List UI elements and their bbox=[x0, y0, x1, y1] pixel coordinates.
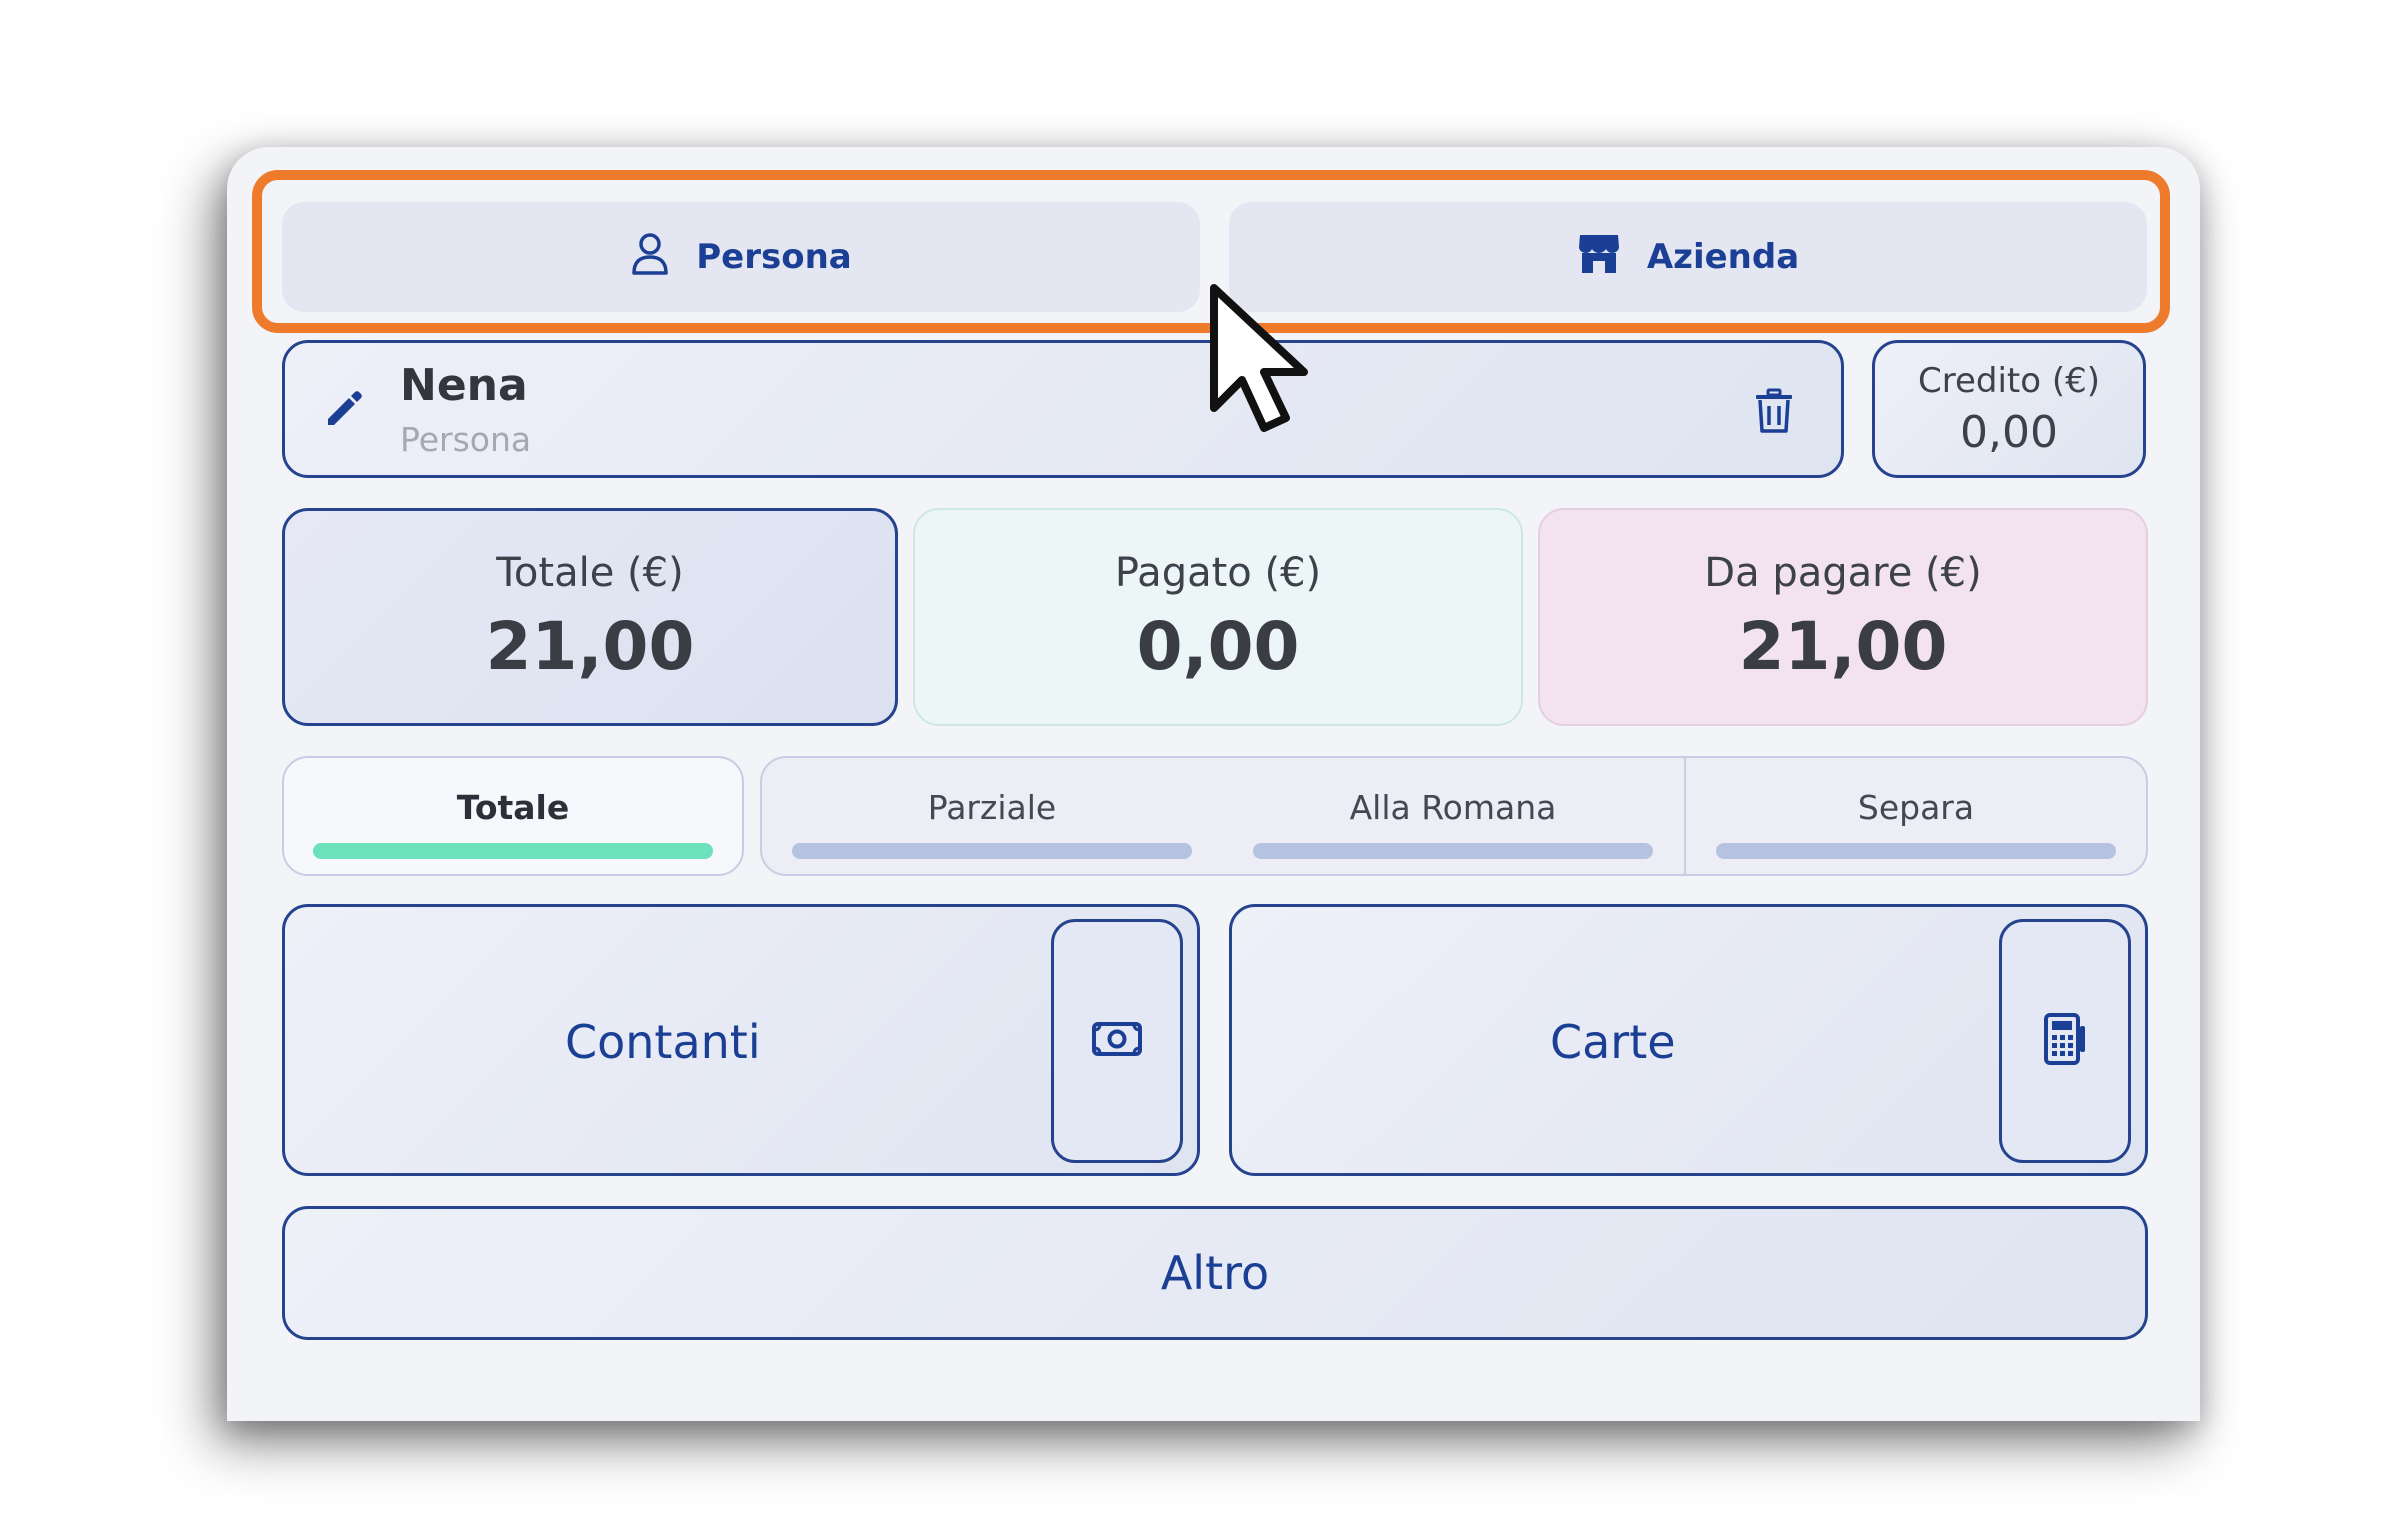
credit-box: Credito (€) 0,00 bbox=[1872, 340, 2146, 478]
customer-type-label: Persona bbox=[400, 420, 532, 459]
card-button-label: Carte bbox=[1550, 1015, 1676, 1069]
tab-label: Separa bbox=[1857, 788, 1975, 827]
cash-icon-button[interactable] bbox=[1051, 919, 1183, 1163]
tab-indicator bbox=[792, 843, 1192, 859]
due-amount-box: Da pagare (€) 21,00 bbox=[1538, 508, 2148, 726]
customer-name: Nena bbox=[400, 360, 528, 411]
pencil-icon[interactable] bbox=[322, 387, 366, 435]
tab-separa[interactable]: Separa bbox=[1684, 756, 2148, 876]
card-button[interactable]: Carte bbox=[1229, 904, 2148, 1176]
total-value: 21,00 bbox=[485, 607, 695, 685]
credit-value: 0,00 bbox=[1960, 406, 2058, 458]
trash-icon[interactable] bbox=[1752, 387, 1796, 439]
other-payment-button[interactable]: Altro bbox=[282, 1206, 2148, 1340]
paid-label: Pagato (€) bbox=[1114, 549, 1322, 596]
mouse-cursor-icon bbox=[1206, 280, 1326, 444]
paid-amount-box: Pagato (€) 0,00 bbox=[913, 508, 1523, 726]
tab-alla-romana[interactable]: Alla Romana bbox=[1222, 756, 1686, 876]
card-terminal-icon bbox=[2042, 1012, 2088, 1070]
banknote-icon bbox=[1091, 1019, 1143, 1063]
card-icon-button[interactable] bbox=[1999, 919, 2131, 1163]
due-label: Da pagare (€) bbox=[1704, 549, 1982, 596]
tab-totale[interactable]: Totale bbox=[282, 756, 744, 876]
total-label: Totale (€) bbox=[496, 549, 684, 596]
tab-indicator bbox=[1253, 843, 1653, 859]
due-value: 21,00 bbox=[1738, 607, 1948, 685]
tab-parziale[interactable]: Parziale bbox=[760, 756, 1224, 876]
tab-label: Totale bbox=[456, 788, 570, 827]
credit-label: Credito (€) bbox=[1917, 360, 2101, 401]
tab-label: Parziale bbox=[927, 788, 1057, 827]
cash-button-label: Contanti bbox=[565, 1015, 761, 1069]
total-amount-box: Totale (€) 21,00 bbox=[282, 508, 898, 726]
tab-label: Alla Romana bbox=[1349, 788, 1557, 827]
paid-value: 0,00 bbox=[1136, 607, 1300, 685]
other-payment-label: Altro bbox=[1160, 1246, 1270, 1300]
cash-button[interactable]: Contanti bbox=[282, 904, 1200, 1176]
tab-indicator bbox=[313, 843, 713, 859]
tab-indicator bbox=[1716, 843, 2116, 859]
